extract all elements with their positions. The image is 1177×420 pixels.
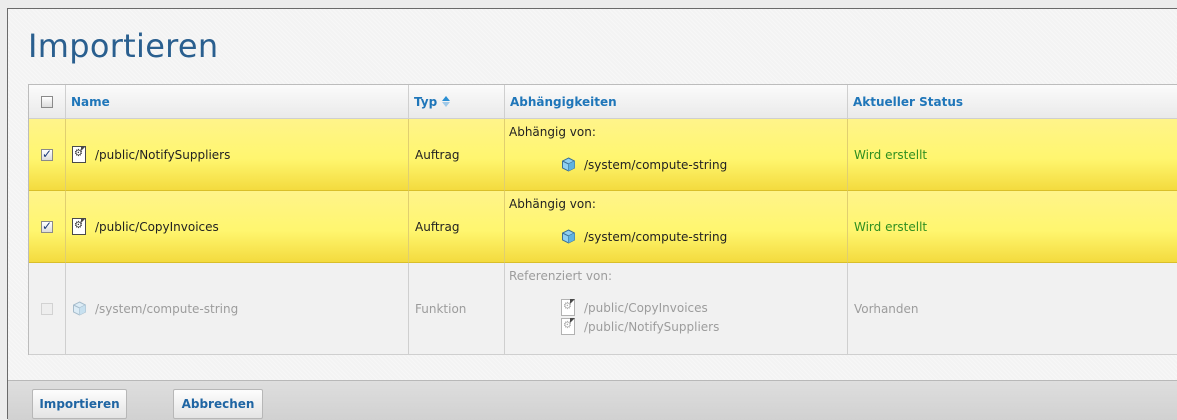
dependency-item: /system/compute-string [561, 229, 727, 244]
row-name: /system/compute-string [95, 301, 239, 316]
dialog-footer: Importieren Abbrechen [8, 380, 1177, 420]
row-checkbox [41, 302, 53, 315]
import-panel: Importieren Name Typ Abhängigkeiten Aktu… [7, 8, 1177, 419]
column-header-status[interactable]: Aktueller Status [848, 85, 1177, 119]
row-name-cell: /system/compute-string [66, 263, 409, 355]
row-status-cell: Wird erstellt [848, 191, 1177, 263]
column-header-status-label: Aktueller Status [853, 94, 964, 109]
dependency-label: Referenziert von: [509, 269, 613, 283]
row-name: /public/CopyInvoices [95, 219, 219, 234]
mapping-file-icon [72, 146, 86, 163]
mapping-file-icon [72, 218, 86, 235]
row-status-cell: Vorhanden [848, 263, 1177, 355]
row-dependencies-cell: Abhängig von: /system/compute-string [505, 119, 848, 191]
cube-icon [561, 229, 576, 244]
row-type: Funktion [415, 301, 467, 316]
column-header-type-label: Typ [414, 94, 438, 109]
dependency-name: /system/compute-string [584, 229, 728, 244]
row-type-cell: Funktion [409, 263, 505, 355]
row-status-cell: Wird erstellt [848, 119, 1177, 191]
dependency-name: /public/NotifySuppliers [584, 319, 720, 334]
cube-icon [561, 157, 576, 172]
row-dependencies-cell: Referenziert von: /public/CopyInvoices /… [505, 263, 848, 355]
column-header-name-label: Name [71, 94, 110, 109]
cube-icon [72, 301, 87, 316]
table-header: Name Typ Abhängigkeiten Aktueller Status [29, 85, 1177, 119]
row-select-cell [29, 119, 66, 191]
row-name-cell: /public/CopyInvoices [66, 191, 409, 263]
dependency-label: Abhängig von: [509, 197, 596, 211]
dependency-name: /public/CopyInvoices [584, 300, 708, 315]
row-checkbox[interactable] [41, 147, 53, 161]
dependency-item: /public/NotifySuppliers [561, 318, 719, 335]
dependency-item: /system/compute-string [561, 157, 727, 172]
row-type: Auftrag [415, 147, 460, 162]
row-name: /public/NotifySuppliers [95, 147, 231, 162]
table-row[interactable]: /public/CopyInvoices Auftrag Abhängig vo… [29, 191, 1177, 263]
column-header-type[interactable]: Typ [409, 85, 505, 119]
column-header-name[interactable]: Name [66, 85, 409, 119]
row-checkbox[interactable] [41, 219, 53, 233]
mapping-file-icon [561, 318, 575, 335]
table-row: /system/compute-string Funktion Referenz… [29, 263, 1177, 355]
column-header-dependencies[interactable]: Abhängigkeiten [505, 85, 848, 119]
row-dependencies-cell: Abhängig von: /system/compute-string [505, 191, 848, 263]
sort-icon[interactable] [442, 96, 451, 107]
row-select-cell [29, 191, 66, 263]
dependency-item: /public/CopyInvoices [561, 299, 708, 316]
row-type-cell: Auftrag [409, 191, 505, 263]
import-button[interactable]: Importieren [32, 389, 127, 419]
status-badge: Wird erstellt [854, 147, 928, 162]
row-type-cell: Auftrag [409, 119, 505, 191]
column-header-dependencies-label: Abhängigkeiten [510, 94, 617, 109]
row-type: Auftrag [415, 219, 460, 234]
page-title: Importieren [28, 27, 219, 65]
status-badge: Wird erstellt [854, 219, 928, 234]
mapping-file-icon [561, 299, 575, 316]
status-badge: Vorhanden [854, 301, 919, 316]
import-table: Name Typ Abhängigkeiten Aktueller Status… [28, 84, 1177, 355]
row-select-cell [29, 263, 66, 355]
dependency-name: /system/compute-string [584, 157, 728, 172]
row-name-cell: /public/NotifySuppliers [66, 119, 409, 191]
cancel-button[interactable]: Abbrechen [173, 389, 263, 419]
select-all-checkbox[interactable] [41, 95, 53, 108]
dependency-label: Abhängig von: [509, 125, 596, 139]
table-row[interactable]: /public/NotifySuppliers Auftrag Abhängig… [29, 119, 1177, 191]
select-all-cell [29, 85, 66, 119]
